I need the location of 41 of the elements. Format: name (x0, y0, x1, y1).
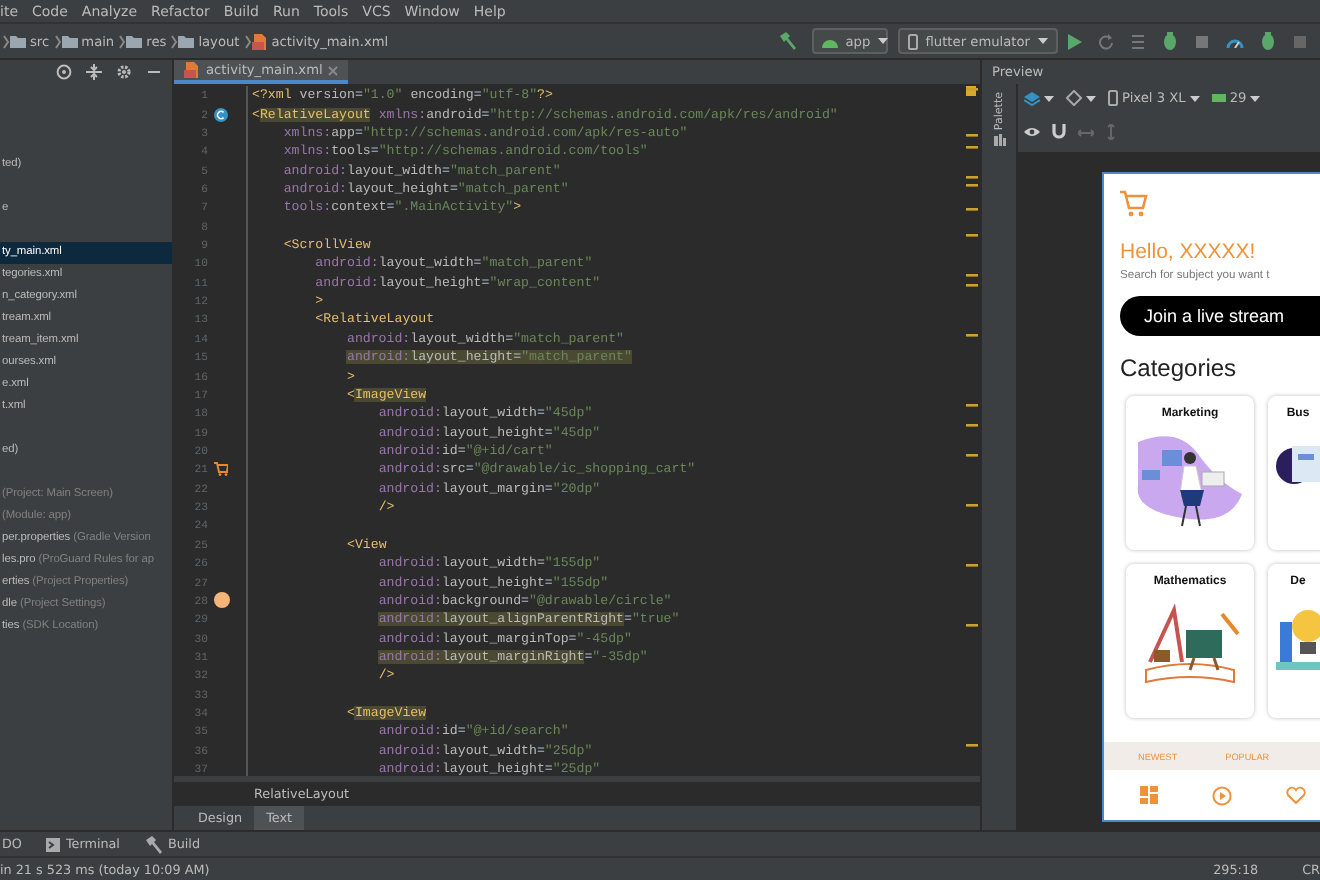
target-icon[interactable] (56, 64, 72, 80)
phone-icon (907, 33, 918, 49)
eye-icon[interactable] (1024, 126, 1040, 138)
terminal-icon (45, 837, 60, 851)
caret-icon (878, 38, 889, 44)
xml-file-icon (251, 33, 268, 49)
chevron-icon (243, 33, 252, 49)
caret-icon (1250, 95, 1261, 101)
play-icon[interactable] (1212, 785, 1232, 805)
rerun-icon[interactable] (1098, 33, 1114, 49)
section-title: Categories (1120, 354, 1239, 382)
list-icon[interactable] (1130, 33, 1146, 49)
chevron-icon (118, 33, 127, 49)
chevron-icon (2, 33, 10, 49)
caret-icon (1086, 95, 1096, 101)
caret-icon (1189, 95, 1200, 101)
cart-icon[interactable] (1120, 190, 1148, 218)
folder-icon (10, 34, 26, 48)
play-icon[interactable] (1068, 33, 1082, 49)
folder-icon (178, 34, 195, 48)
collapse-icon[interactable] (86, 64, 102, 80)
caret-icon (1038, 38, 1048, 44)
grid-icon[interactable] (1140, 786, 1158, 804)
chevron-icon (53, 33, 62, 49)
settings-icon[interactable] (116, 64, 132, 80)
layers-icon[interactable] (1024, 91, 1040, 105)
phone-icon (1108, 90, 1118, 106)
hammer-icon[interactable] (143, 835, 162, 853)
close-icon[interactable] (328, 65, 339, 75)
xml-file-icon (184, 62, 200, 78)
gauge-icon[interactable] (1226, 35, 1244, 47)
hammer-icon[interactable] (777, 32, 796, 50)
greeting: Hello, XXXXX! (1120, 240, 1258, 264)
caret-icon (1044, 95, 1054, 101)
folder-icon (126, 34, 143, 48)
join-live-stream-button[interactable]: Join a live stream (1120, 296, 1320, 336)
magnet-icon[interactable] (1052, 124, 1066, 140)
folder-icon (61, 34, 78, 48)
palette-icon (993, 134, 1005, 147)
chevron-icon (170, 33, 179, 49)
heart-icon[interactable] (1286, 786, 1306, 804)
